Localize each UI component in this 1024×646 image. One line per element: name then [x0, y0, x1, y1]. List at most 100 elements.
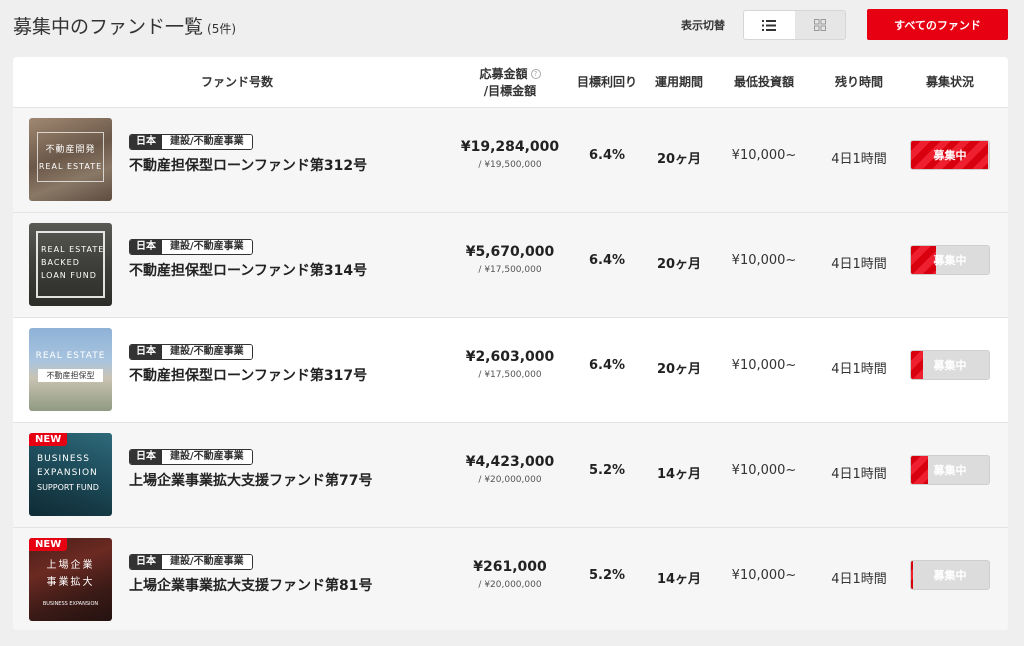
time-left: 4日1時間	[831, 572, 887, 587]
fund-name[interactable]: 不動産担保型ローンファンド第314号	[129, 260, 367, 280]
applied-amount: ¥261,000	[473, 559, 547, 575]
thumbnail-text: EXPANSION	[37, 468, 98, 478]
time-left: 4日1時間	[831, 362, 887, 377]
fund-name[interactable]: 上場企業事業拡大支援ファンド第81号	[129, 575, 372, 595]
operation-period: 20ヶ月	[656, 152, 702, 167]
fund-thumbnail[interactable]: REAL ESTATE 不動産担保型	[29, 328, 112, 411]
target-yield: 5.2%	[588, 463, 626, 478]
thumbnail-text: 事業拡大	[46, 577, 95, 588]
country-tag: 日本	[130, 555, 162, 569]
status-label: 募集中	[933, 359, 967, 372]
col-period: 運用期間	[654, 75, 703, 89]
target-amount: / ¥20,000,000	[478, 475, 542, 485]
col-fund-number: ファンド号数	[200, 75, 273, 89]
category-tag: 建設/不動産事業	[162, 345, 252, 359]
applied-amount: ¥19,284,000	[460, 139, 560, 155]
table-row[interactable]: NEW BUSINESS EXPANSION SUPPORT FUND 日本 建…	[13, 423, 1008, 528]
thumbnail-text: BUSINESS EXPANSION	[42, 601, 99, 607]
thumbnail-text: BUSINESS	[37, 454, 90, 464]
min-investment: ¥10,000~	[731, 148, 797, 163]
country-tag: 日本	[130, 345, 162, 359]
operation-period: 14ヶ月	[656, 572, 702, 587]
thumbnail-text: BACKED	[41, 258, 80, 267]
grid-view-button[interactable]	[795, 11, 846, 39]
table-row[interactable]: REAL ESTATE BACKED LOAN FUND 日本 建設/不動産事業…	[13, 213, 1008, 318]
page-title: 募集中のファンド一覧 (5件)	[13, 12, 236, 39]
fund-tags: 日本 建設/不動産事業	[129, 449, 253, 465]
fund-thumbnail[interactable]: NEW BUSINESS EXPANSION SUPPORT FUND	[29, 433, 112, 516]
fund-tags: 日本 建設/不動産事業	[129, 134, 253, 150]
target-yield: 6.4%	[588, 148, 626, 163]
list-icon	[762, 19, 777, 31]
thumbnail-text: REAL ESTATE	[38, 162, 103, 171]
status-progress-bar: 募集中	[910, 350, 990, 380]
thumbnail-text: 不動産担保型	[38, 369, 103, 382]
col-status: 募集状況	[925, 75, 974, 89]
thumbnail-text: LOAN FUND	[41, 271, 97, 280]
category-tag: 建設/不動産事業	[162, 135, 252, 149]
col-target-label: /目標金額	[483, 83, 537, 98]
target-amount: / ¥17,500,000	[478, 370, 542, 380]
target-amount: / ¥20,000,000	[478, 580, 542, 590]
col-amount-label: 応募金額	[479, 66, 528, 81]
table-header: ファンド号数 応募金額? /目標金額 目標利回り 運用期間 最低投資額 残り時間…	[13, 57, 1008, 108]
min-investment: ¥10,000~	[731, 568, 797, 583]
fund-thumbnail[interactable]: 不動産開発 REAL ESTATE	[29, 118, 112, 201]
status-progress-bar: 募集中	[910, 455, 990, 485]
fund-name[interactable]: 不動産担保型ローンファンド第312号	[129, 155, 367, 175]
fund-count: (5件)	[207, 22, 237, 36]
min-investment: ¥10,000~	[731, 253, 797, 268]
list-view-button[interactable]	[744, 11, 795, 39]
status-progress-bar: 募集中	[910, 245, 990, 275]
status-progress-bar: 募集中	[910, 560, 990, 590]
fund-table: ファンド号数 応募金額? /目標金額 目標利回り 運用期間 最低投資額 残り時間…	[13, 57, 1008, 630]
view-toggle-label: 表示切替	[681, 19, 725, 32]
status-label: 募集中	[933, 569, 967, 582]
applied-amount: ¥5,670,000	[465, 244, 555, 260]
top-bar: 募集中のファンド一覧 (5件) 表示切替 すべてのファンド	[0, 0, 1024, 52]
fund-tags: 日本 建設/不動産事業	[129, 554, 253, 570]
thumbnail-text: 不動産開発	[45, 145, 96, 155]
status-progress-bar: 募集中	[910, 140, 990, 170]
time-left: 4日1時間	[831, 257, 887, 272]
category-tag: 建設/不動産事業	[162, 555, 252, 569]
all-funds-button[interactable]: すべてのファンド	[867, 9, 1008, 40]
col-time-left: 残り時間	[834, 75, 883, 89]
help-icon[interactable]: ?	[530, 69, 541, 79]
status-label: 募集中	[933, 464, 967, 477]
status-label: 募集中	[933, 149, 967, 162]
country-tag: 日本	[130, 240, 162, 254]
thumbnail-text: REAL ESTATE	[41, 245, 105, 254]
fund-thumbnail[interactable]: NEW 上場企業 事業拡大 BUSINESS EXPANSION	[29, 538, 112, 621]
table-row[interactable]: 不動産開発 REAL ESTATE 日本 建設/不動産事業 不動産担保型ローンフ…	[13, 108, 1008, 213]
fund-tags: 日本 建設/不動産事業	[129, 239, 253, 255]
time-left: 4日1時間	[831, 152, 887, 167]
applied-amount: ¥2,603,000	[465, 349, 555, 365]
fund-thumbnail[interactable]: REAL ESTATE BACKED LOAN FUND	[29, 223, 112, 306]
new-badge: NEW	[29, 538, 68, 551]
table-row[interactable]: NEW 上場企業 事業拡大 BUSINESS EXPANSION 日本 建設/不…	[13, 528, 1008, 630]
col-amount: 応募金額? /目標金額	[457, 57, 563, 108]
category-tag: 建設/不動産事業	[162, 240, 252, 254]
country-tag: 日本	[130, 450, 162, 464]
target-yield: 6.4%	[588, 358, 626, 373]
thumbnail-text: 上場企業	[46, 560, 95, 571]
page-title-text: 募集中のファンド一覧	[13, 16, 204, 38]
status-label: 募集中	[933, 254, 967, 267]
thumbnail-frame	[37, 132, 104, 182]
applied-amount: ¥4,423,000	[465, 454, 555, 470]
min-investment: ¥10,000~	[731, 358, 797, 373]
category-tag: 建設/不動産事業	[162, 450, 252, 464]
target-amount: / ¥17,500,000	[478, 265, 542, 275]
target-yield: 5.2%	[588, 568, 626, 583]
min-investment: ¥10,000~	[731, 463, 797, 478]
fund-tags: 日本 建設/不動産事業	[129, 344, 253, 360]
view-toggle	[743, 10, 846, 40]
table-row[interactable]: REAL ESTATE 不動産担保型 日本 建設/不動産事業 不動産担保型ローン…	[13, 318, 1008, 423]
fund-name[interactable]: 不動産担保型ローンファンド第317号	[129, 365, 367, 385]
time-left: 4日1時間	[831, 467, 887, 482]
thumbnail-text: REAL ESTATE	[35, 351, 106, 361]
fund-name[interactable]: 上場企業事業拡大支援ファンド第77号	[129, 470, 372, 490]
col-min-investment: 最低投資額	[733, 75, 794, 89]
operation-period: 14ヶ月	[656, 467, 702, 482]
